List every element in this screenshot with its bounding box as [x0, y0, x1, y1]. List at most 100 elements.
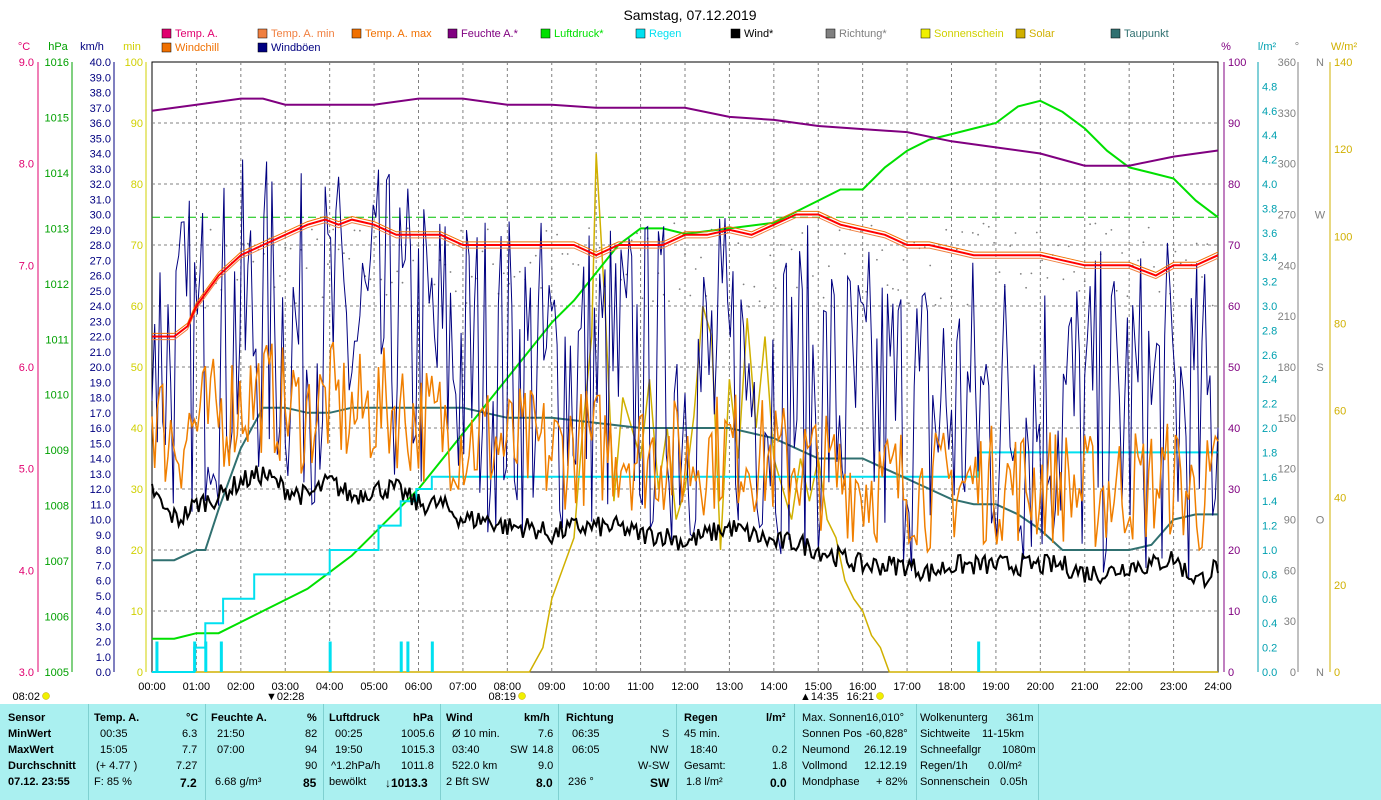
min-tick: 0	[137, 667, 143, 679]
direction-dot	[545, 230, 548, 232]
hum-header: Feuchte A.	[211, 712, 267, 724]
rain-bar	[430, 641, 434, 672]
x-tick: 00:00	[138, 681, 166, 693]
rain-tick: 4.4	[1262, 130, 1277, 142]
direction-dot	[630, 239, 633, 242]
direction-dot	[577, 264, 580, 266]
min-tick: 90	[131, 118, 143, 130]
direction-dot	[1019, 273, 1022, 275]
hum-tick: 30	[1228, 484, 1240, 496]
rain-tick: 2.4	[1262, 374, 1277, 386]
dir-tick: 330	[1278, 108, 1296, 120]
x-tick: 06:00	[405, 681, 433, 693]
x-tick: 24:00	[1204, 681, 1232, 693]
x-tick: 10:00	[582, 681, 610, 693]
dir-tick: 180	[1278, 362, 1296, 374]
direction-dot	[209, 228, 212, 231]
stats-astro-col: Max. Sonnen 16,010° Sonnen Pos -60,828° …	[794, 704, 917, 800]
direction-dot	[796, 286, 798, 289]
legend-label: Temp. A. min	[271, 28, 335, 40]
direction-dot	[412, 259, 415, 262]
rain-tick: 3.0	[1262, 301, 1277, 313]
direction-dot	[502, 272, 505, 275]
direction-dot	[790, 248, 793, 251]
rain-total-value: 1.8	[772, 760, 788, 772]
direction-dot	[817, 231, 820, 233]
direction-dot	[897, 289, 900, 291]
direction-dot	[838, 229, 841, 232]
direction-dot	[1014, 232, 1017, 234]
direction-dot	[1073, 271, 1075, 273]
direction-dot	[529, 261, 532, 264]
rain-tick: 0.6	[1262, 594, 1277, 606]
direction-dot	[769, 254, 772, 257]
press-tick: 1015	[45, 112, 69, 124]
unit-press: hPa	[48, 41, 68, 53]
direction-dot	[1046, 277, 1049, 279]
direction-dot	[252, 260, 255, 263]
direction-dot	[801, 232, 804, 234]
direction-dot	[748, 305, 750, 308]
direction-dot	[1174, 250, 1177, 253]
direction-dot	[1121, 252, 1123, 254]
direction-dot	[1009, 245, 1011, 247]
direction-dot	[689, 294, 692, 297]
chart-title: Samstag, 07.12.2019	[623, 7, 756, 23]
direction-dot	[550, 268, 553, 270]
hum-tick: 40	[1228, 423, 1240, 435]
hum-tick: 70	[1228, 240, 1240, 252]
direction-dot	[289, 247, 292, 250]
direction-dot	[1201, 276, 1203, 278]
press-tick: 1009	[45, 445, 69, 457]
direction-dot	[561, 253, 564, 255]
direction-dot	[945, 228, 948, 231]
hum-tick: 50	[1228, 362, 1240, 374]
misc-cloud-value: 361m	[1006, 712, 1034, 724]
direction-dot	[780, 244, 782, 246]
astro-fullmoon-label: Vollmond	[802, 760, 848, 772]
direction-dot	[1185, 259, 1187, 261]
stats-press-col: Luftdruck hPa 00:25 1005.6 19:50 1015.3 …	[323, 704, 441, 800]
direction-dot	[305, 267, 308, 269]
x-tick: 20:00	[1027, 681, 1055, 693]
press-tick: 1005	[45, 667, 69, 679]
direction-dot	[369, 278, 372, 281]
solar-tick: 120	[1334, 144, 1352, 156]
rain-sum: 1.8 l/m²	[686, 776, 723, 788]
rain-current: 0.0	[770, 776, 787, 790]
press-tick: 1010	[45, 390, 69, 402]
wind-current: 8.0	[536, 776, 553, 790]
press-tick: 1016	[45, 57, 69, 69]
dir-tick: 150	[1278, 413, 1296, 425]
stats-hum-col: Feuchte A. % 21:50 82 07:00 94 90 6.68 g…	[205, 704, 324, 800]
hum-max-time: 07:00	[217, 744, 245, 756]
wind-tick: 34.0	[90, 149, 111, 161]
wind-run-avg: 9.0	[538, 760, 554, 772]
hum-absolute: 6.68 g/m³	[215, 776, 262, 788]
dir-compass-label: N	[1316, 667, 1324, 679]
wind-tick: 40.0	[90, 57, 111, 69]
press-forecast: bewölkt	[329, 776, 367, 788]
rain-tick: 2.8	[1262, 325, 1277, 337]
wind-tick: 7.0	[96, 560, 111, 572]
x-tick: 01:00	[183, 681, 211, 693]
misc-visibility-value: 11-15km	[982, 728, 1024, 740]
direction-dot	[460, 229, 462, 232]
temp-tick: 4.0	[19, 565, 34, 577]
direction-dot	[876, 258, 878, 261]
temp-tick: 5.0	[19, 464, 34, 476]
solar-tick: 60	[1334, 406, 1346, 418]
legend-swatch	[257, 42, 268, 53]
wind-tick: 3.0	[96, 621, 111, 633]
direction-dot	[987, 225, 990, 228]
legend-label: Taupunkt	[1124, 28, 1169, 40]
temp-max-time: 15:05	[100, 744, 128, 756]
direction-dot	[316, 238, 319, 241]
rain-bar	[155, 641, 159, 672]
dir-header: Richtung	[566, 712, 614, 724]
press-tick: 1008	[45, 501, 69, 513]
wind-tick: 33.0	[90, 164, 111, 176]
wind-avg-label: Ø 10 min.	[452, 728, 500, 740]
direction-dot	[236, 278, 239, 281]
direction-dot	[327, 263, 329, 266]
